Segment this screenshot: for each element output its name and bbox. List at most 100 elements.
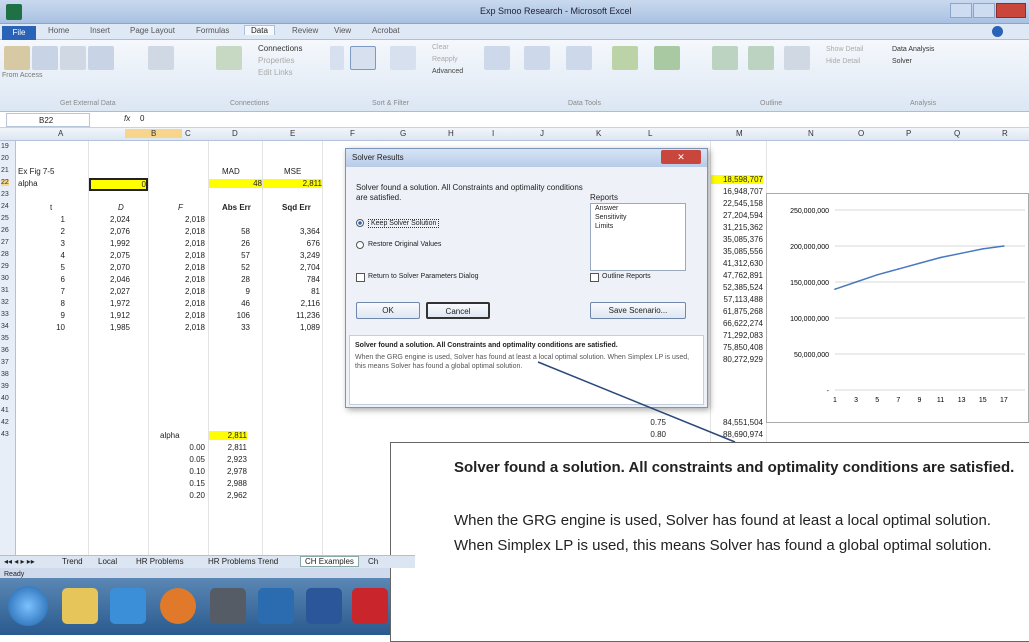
column-header[interactable]: G (400, 129, 406, 138)
cell-f[interactable]: 2,018 (160, 323, 205, 332)
cell-m[interactable]: 84,551,504 (711, 418, 763, 427)
sheet-tab-hr-problems[interactable]: HR Problems (136, 557, 184, 566)
cell-d[interactable]: 1,992 (90, 239, 130, 248)
group-icon[interactable] (712, 46, 738, 70)
cell-t[interactable]: 10 (40, 323, 65, 332)
cell-l[interactable]: 0.75 (630, 418, 666, 427)
fx-icon[interactable]: fx (124, 114, 130, 123)
cell-f[interactable]: 2,018 (160, 263, 205, 272)
tab-view[interactable]: View (334, 26, 351, 35)
row-header[interactable]: 41 (1, 407, 9, 414)
tab-formulas[interactable]: Formulas (196, 26, 229, 35)
row-header[interactable]: 29 (1, 263, 9, 270)
row-header[interactable]: 35 (1, 335, 9, 342)
text-to-columns-icon[interactable] (484, 46, 510, 70)
column-header[interactable]: E (290, 129, 295, 138)
row-header[interactable]: 25 (1, 215, 9, 222)
cell-abs[interactable]: 26 (210, 239, 250, 248)
line-chart[interactable]: 250,000,000 200,000,000 150,000,000 100,000… (766, 193, 1029, 423)
cell-abs[interactable]: 106 (210, 311, 250, 320)
row-header[interactable]: 31 (1, 287, 9, 294)
consolidate-icon[interactable] (612, 46, 638, 70)
sort-az-icon[interactable] (330, 46, 344, 70)
report-answer[interactable]: Answer (591, 204, 685, 213)
connections-label[interactable]: Connections (258, 44, 302, 53)
save-scenario-button[interactable]: Save Scenario... (590, 302, 686, 319)
cell-t[interactable]: 9 (40, 311, 65, 320)
data-analysis-label[interactable]: Data Analysis (892, 46, 934, 53)
cell-t[interactable]: 7 (40, 287, 65, 296)
tab-review[interactable]: Review (292, 26, 318, 35)
keep-solution-label[interactable]: Keep Solver Solution (368, 219, 440, 228)
refresh-all-icon[interactable] (216, 46, 242, 70)
column-header[interactable]: D (232, 129, 238, 138)
cell-m[interactable]: 22,545,158 (711, 199, 763, 208)
data-point[interactable] (918, 262, 921, 265)
row-header[interactable]: 19 (1, 143, 9, 150)
cell-f[interactable]: 2,018 (160, 311, 205, 320)
cell-f[interactable]: 2,018 (160, 299, 205, 308)
cell-e21[interactable]: MSE (284, 167, 301, 176)
cell-sq[interactable]: 784 (270, 275, 320, 284)
maximize-button[interactable] (973, 3, 995, 18)
existing-connections-icon[interactable] (148, 46, 174, 70)
return-dialog-checkbox[interactable] (356, 273, 365, 282)
cell-sq[interactable]: 3,364 (270, 227, 320, 236)
excel-icon[interactable] (6, 4, 22, 20)
cell-f[interactable]: 2,018 (160, 251, 205, 260)
sheet-tab-ch[interactable]: Ch (368, 557, 378, 566)
cell-t[interactable]: 5 (40, 263, 65, 272)
column-header[interactable]: C (185, 129, 191, 138)
row-header[interactable]: 43 (1, 431, 9, 438)
alpha-value[interactable]: 0.05 (165, 455, 205, 464)
subtotal-icon[interactable] (784, 46, 810, 70)
column-header[interactable]: I (492, 129, 494, 138)
formula-input[interactable]: 0 (140, 114, 144, 123)
column-header[interactable]: M (736, 129, 743, 138)
alpha-cell[interactable]: 2,811 (209, 431, 247, 440)
cell-t[interactable]: 4 (40, 251, 65, 260)
row-header[interactable]: 34 (1, 323, 9, 330)
cell-d[interactable]: 1,972 (90, 299, 130, 308)
edit-links-label[interactable]: Edit Links (258, 68, 293, 77)
cell-m[interactable]: 47,762,891 (711, 271, 763, 280)
data-point[interactable] (855, 281, 857, 283)
cell-e22[interactable]: 2,811 (263, 179, 322, 188)
cell-sq[interactable]: 11,236 (270, 311, 320, 320)
row-header[interactable]: 28 (1, 251, 9, 258)
alpha-value[interactable]: 0.00 (165, 443, 205, 452)
cell-f[interactable]: 2,018 (160, 239, 205, 248)
cell-f[interactable]: 2,018 (160, 227, 205, 236)
column-header[interactable]: L (648, 129, 652, 138)
cell-m[interactable]: 71,292,083 (711, 331, 763, 340)
row-header[interactable]: 39 (1, 383, 9, 390)
help-icon[interactable] (992, 26, 1003, 37)
cancel-button[interactable]: Cancel (426, 302, 490, 319)
minimize-button[interactable] (950, 3, 972, 18)
cell-abs[interactable]: 33 (210, 323, 250, 332)
row-header[interactable]: 27 (1, 239, 9, 246)
sheet-nav-arrows[interactable]: ◂◂ ◂ ▸ ▸▸ (4, 557, 35, 566)
report-sensitivity[interactable]: Sensitivity (591, 213, 685, 222)
cell-a21[interactable]: Ex Fig 7-5 (18, 167, 54, 176)
start-button-icon[interactable] (8, 586, 48, 626)
alpha-label[interactable]: alpha (160, 431, 180, 440)
cell-abs[interactable]: 57 (210, 251, 250, 260)
acrobat-icon[interactable] (352, 588, 388, 624)
tab-acrobat[interactable]: Acrobat (372, 26, 400, 35)
cell-d[interactable]: 2,070 (90, 263, 130, 272)
column-header[interactable]: O (858, 129, 864, 138)
cell-l[interactable]: 0.80 (630, 430, 666, 439)
tab-home[interactable]: Home (48, 26, 69, 35)
data-point[interactable] (897, 268, 900, 270)
row-header[interactable]: 30 (1, 275, 9, 282)
alpha-result[interactable]: 2,988 (209, 479, 247, 488)
cell-m[interactable]: 75,850,408 (711, 343, 763, 352)
cell-d[interactable]: 2,075 (90, 251, 130, 260)
cell-m[interactable]: 31,215,362 (711, 223, 763, 232)
data-point[interactable] (960, 252, 963, 254)
cell-d[interactable]: 2,024 (90, 215, 130, 224)
from-other-sources-icon[interactable] (88, 46, 114, 70)
cell-sq[interactable]: 3,249 (270, 251, 320, 260)
tab-data[interactable]: Data (244, 25, 275, 35)
